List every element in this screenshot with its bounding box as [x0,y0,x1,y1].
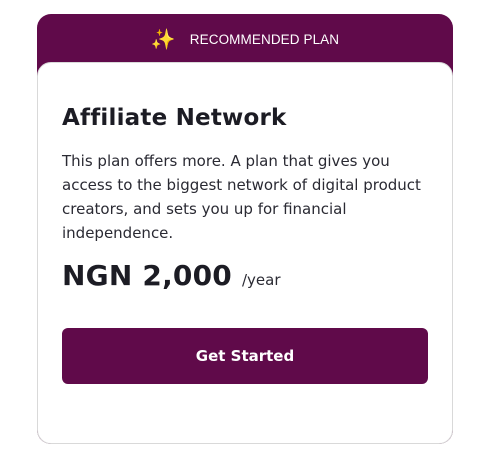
price-row: NGN 2,000 /year [62,259,281,292]
plan-description: This plan offers more. A plan that gives… [62,152,421,242]
plan-title: Affiliate Network [62,105,287,131]
ribbon-label: RECOMMENDED PLAN [189,31,340,47]
pricing-card: ✨ RECOMMENDED PLAN Affiliate Network Thi… [37,14,453,444]
sparkles-icon: ✨ [150,27,176,51]
plan-period: /year [241,271,281,289]
plan-price: NGN 2,000 [62,259,232,292]
get-started-button[interactable]: Get Started [62,328,428,384]
plan-card-body: Affiliate Network This plan offers more.… [37,62,453,444]
recommended-ribbon: ✨ RECOMMENDED PLAN [37,14,453,64]
